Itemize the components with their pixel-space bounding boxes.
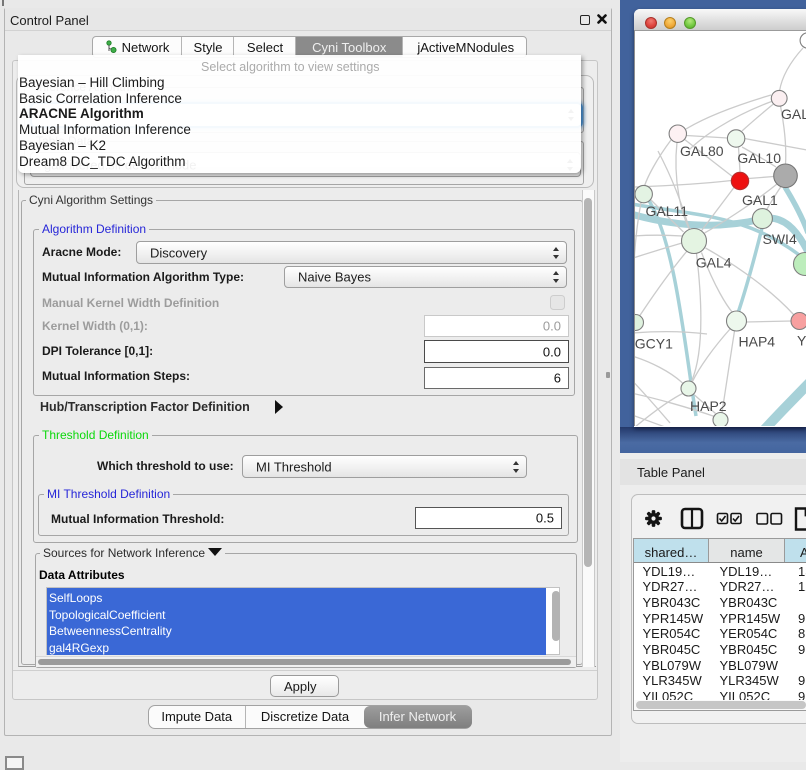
svg-text:GAL80: GAL80: [680, 143, 724, 159]
svg-text:HAP2: HAP2: [690, 398, 727, 414]
svg-text:GAL10: GAL10: [737, 150, 781, 166]
svg-text:GAL4: GAL4: [695, 255, 731, 271]
svg-text:GAL2: GAL2: [781, 106, 806, 122]
svg-text:GCY1: GCY1: [635, 336, 673, 352]
svg-text:Y: Y: [797, 333, 806, 349]
svg-text:SWI4: SWI4: [762, 231, 796, 247]
svg-text:GAL1: GAL1: [742, 192, 778, 208]
svg-text:GAL11: GAL11: [645, 203, 688, 219]
svg-text:HAP4: HAP4: [738, 334, 775, 350]
